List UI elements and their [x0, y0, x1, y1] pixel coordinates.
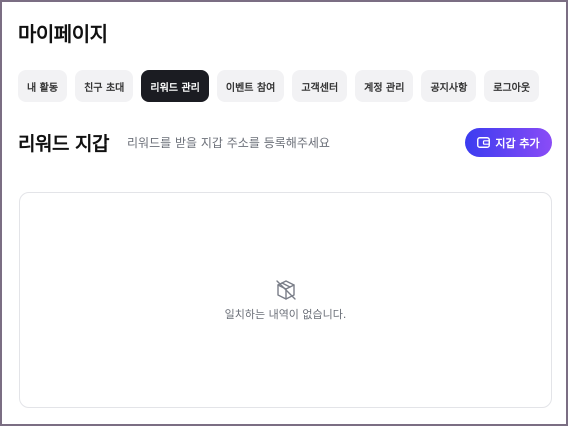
tab-customer-center[interactable]: 고객센터 [292, 70, 348, 102]
tab-reward-management[interactable]: 리워드 관리 [141, 70, 209, 102]
empty-box-icon [274, 278, 298, 302]
tab-event-participation[interactable]: 이벤트 참여 [216, 70, 285, 102]
section-title: 리워드 지갑 [18, 133, 110, 155]
empty-state-message: 일치하는 내역이 없습니다. [224, 308, 347, 321]
add-wallet-button[interactable]: 지갑 추가 [465, 128, 552, 157]
mypage-tab-bar: 내 활동 친구 초대 리워드 관리 이벤트 참여 고객센터 계정 관리 공지사항… [18, 70, 540, 102]
tab-notices[interactable]: 공지사항 [421, 70, 477, 102]
tab-logout[interactable]: 로그아웃 [484, 70, 540, 102]
page-title: 마이페이지 [18, 22, 108, 46]
tab-account-management[interactable]: 계정 관리 [355, 70, 414, 102]
section-subtitle: 리워드를 받을 지갑 주소를 등록해주세요 [127, 136, 330, 150]
tab-invite-friends[interactable]: 친구 초대 [75, 70, 134, 102]
add-wallet-label: 지갑 추가 [495, 136, 540, 150]
wallet-icon [477, 137, 491, 148]
tab-my-activity[interactable]: 내 활동 [18, 70, 68, 102]
